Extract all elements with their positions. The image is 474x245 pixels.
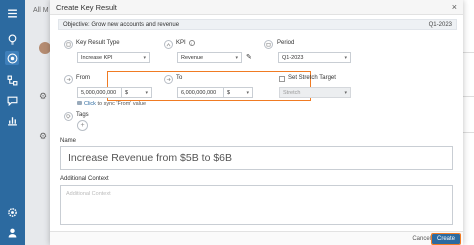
kpi-icon — [164, 40, 173, 49]
name-value: Increase Revenue from $5B to $6B — [68, 152, 233, 164]
stretch-target-select[interactable]: Stretch ▾ — [279, 87, 351, 98]
chat-icon[interactable] — [5, 93, 19, 107]
additional-context-textarea[interactable]: Additional Context — [60, 185, 453, 225]
app-sidebar — [0, 0, 25, 245]
tags-label: Tags — [76, 112, 89, 118]
objective-banner: Objective: Grow new accounts and revenue… — [58, 19, 457, 30]
chevron-down-icon: ▾ — [143, 54, 146, 61]
key-result-type-icon — [64, 40, 73, 49]
stretch-target-value: Stretch — [283, 89, 301, 96]
kpi-label-text: KPI — [176, 40, 186, 46]
chart-icon[interactable] — [5, 113, 19, 127]
close-icon[interactable]: × — [452, 2, 457, 12]
modal-footer: Cancel Create — [50, 231, 463, 245]
modal-title: Create Key Result — [56, 2, 117, 12]
sync-icon — [77, 101, 82, 105]
sync-from-hint: Click to sync 'From' value — [77, 101, 146, 107]
period-select[interactable]: Q1-2023 ▾ — [278, 52, 351, 63]
to-value-input[interactable]: 6,000,000,000 — [177, 87, 223, 98]
gear-icon[interactable] — [5, 205, 19, 219]
sync-from-link[interactable]: Click — [84, 101, 96, 107]
name-input[interactable]: Increase Revenue from $5B to $6B — [60, 146, 453, 170]
to-label: To — [176, 75, 183, 81]
objective-period: Q1-2023 — [428, 21, 452, 28]
chevron-down-icon: ▾ — [235, 54, 238, 61]
additional-context-label: Additional Context — [60, 176, 109, 182]
lightbulb-icon[interactable] — [5, 32, 19, 46]
add-tag-button[interactable]: + — [77, 120, 88, 131]
chevron-down-icon: ▾ — [145, 89, 148, 96]
settings-icon-secondary: ⚙ — [39, 131, 48, 141]
to-unit: $ — [227, 89, 231, 96]
flow-icon[interactable] — [5, 73, 19, 87]
sync-from-text: to sync 'From' value — [95, 101, 147, 107]
tags-icon — [64, 112, 73, 121]
target-icon[interactable] — [5, 51, 19, 65]
key-result-type-value: Increase KPI — [81, 54, 113, 61]
period-icon — [264, 40, 273, 49]
from-value: 5,000,000,000 — [81, 89, 117, 96]
objective-text: Objective: Grow new accounts and revenue — [63, 21, 180, 28]
period-value: Q1-2023 — [282, 54, 304, 61]
from-value-input[interactable]: 5,000,000,000 — [77, 87, 121, 98]
from-icon — [64, 75, 73, 84]
key-result-type-select[interactable]: Increase KPI ▾ — [77, 52, 150, 63]
kpi-value: Revenue — [181, 54, 204, 61]
stretch-target-checkbox[interactable] — [279, 76, 285, 82]
period-label: Period — [277, 40, 295, 46]
menu-icon[interactable] — [5, 6, 19, 20]
to-value: 6,000,000,000 — [181, 89, 217, 96]
to-icon — [164, 75, 173, 84]
stretch-target-label: Set Stretch Target — [288, 75, 336, 81]
chevron-down-icon: ▾ — [344, 89, 347, 96]
key-result-type-label: Key Result Type — [76, 40, 120, 46]
from-unit: $ — [125, 89, 129, 96]
from-unit-select[interactable]: $ ▾ — [121, 87, 152, 98]
create-button[interactable]: Create — [430, 233, 462, 245]
additional-context-placeholder: Additional Context — [66, 191, 111, 197]
settings-icon: ⚙ — [39, 91, 48, 101]
name-label: Name — [60, 138, 77, 144]
to-unit-select[interactable]: $ ▾ — [223, 87, 253, 98]
create-key-result-modal: Create Key Result × Objective: Grow new … — [50, 0, 463, 245]
edit-kpi-icon[interactable]: ✎ — [246, 53, 252, 61]
kpi-select[interactable]: Revenue ▾ — [177, 52, 242, 63]
chevron-down-icon: ▾ — [246, 89, 249, 96]
info-icon[interactable]: i — [188, 40, 195, 46]
kpi-label: KPI i — [176, 40, 195, 46]
user-icon[interactable] — [5, 225, 19, 239]
background-title: All M — [33, 7, 49, 14]
from-label: From — [76, 75, 90, 81]
modal-header: Create Key Result × — [50, 0, 463, 15]
chevron-down-icon: ▾ — [344, 54, 347, 61]
